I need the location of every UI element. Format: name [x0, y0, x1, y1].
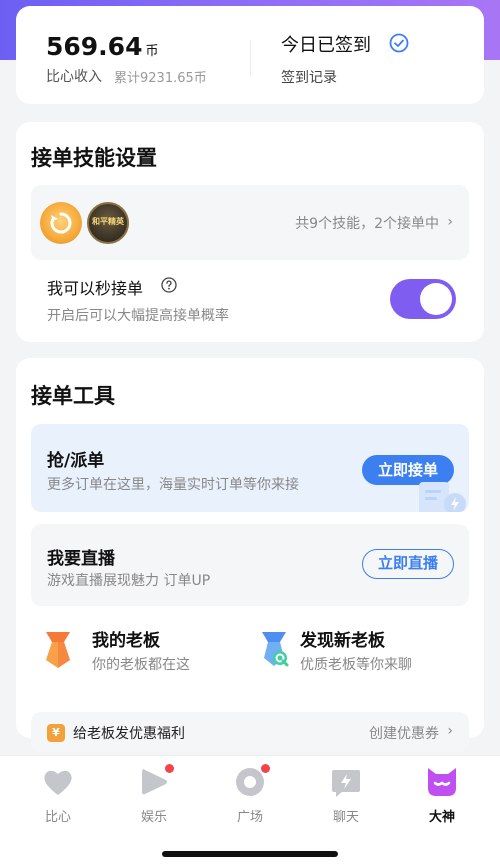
nav-label: 娱乐	[140, 810, 167, 825]
find-boss-subtitle: 优质老板等你来聊	[300, 657, 412, 673]
nav-item-master[interactable]: 大神	[402, 764, 482, 825]
grab-order-card[interactable]: 抢/派单 更多订单在这里，海量实时订单等你来接 立即接单	[31, 424, 469, 512]
tools-section-title: 接单工具	[31, 384, 115, 408]
my-boss-title: 我的老板	[92, 631, 160, 651]
yen-icon: ¥	[47, 724, 65, 742]
coupon-text: 给老板发优惠福利	[73, 726, 185, 742]
tie-icon	[46, 632, 70, 668]
nav-item-bixin[interactable]: 比心	[18, 764, 98, 825]
instant-accept-toggle[interactable]	[390, 279, 456, 319]
my-boss-subtitle: 你的老板都在这	[92, 657, 190, 673]
create-coupon-link[interactable]: 创建优惠券	[369, 723, 439, 743]
checkin-status: 今日已签到	[281, 35, 371, 56]
skills-section-title: 接单技能设置	[31, 146, 157, 170]
coupon-row[interactable]: ¥ 给老板发优惠福利 创建优惠券 ›	[31, 712, 469, 752]
nav-label: 大神	[428, 810, 455, 825]
live-stream-title: 我要直播	[47, 549, 115, 569]
skills-card: 接单技能设置 和平精英 共9个技能，2个接单中 › 我可以秒接单 开启后可以大幅…	[16, 122, 484, 342]
heart-icon	[40, 764, 76, 800]
tools-card: 接单工具 抢/派单 更多订单在这里，海量实时订单等你来接 立即接单 我要直播 游…	[16, 358, 484, 752]
refresh-icon	[50, 212, 72, 234]
instant-accept-subtitle: 开启后可以大幅提高接单概率	[47, 308, 229, 324]
circle-icon	[232, 764, 270, 800]
income-card: 569.64 币 比心收入 累计9231.65币 今日已签到 签到记录	[16, 6, 484, 104]
live-stream-subtitle: 游戏直播展现魅力 订单UP	[47, 573, 211, 589]
nav-label: 比心	[44, 810, 71, 825]
income-value: 569.64	[46, 32, 143, 61]
income-amount: 569.64 币	[46, 32, 159, 61]
notification-dot	[261, 764, 270, 773]
skills-row[interactable]: 和平精英 共9个技能，2个接单中 ›	[31, 185, 469, 260]
chevron-right-icon: ›	[447, 723, 453, 739]
master-icon	[424, 764, 460, 800]
checkin-record-link[interactable]: 签到记录	[281, 67, 337, 87]
chevron-right-icon: ›	[447, 214, 453, 230]
income-unit: 币	[145, 44, 159, 59]
nav-item-square[interactable]: 广场	[210, 764, 290, 825]
check-circle-icon	[389, 33, 409, 53]
skill-badge-game: 和平精英	[87, 202, 129, 244]
play-icon	[136, 764, 174, 800]
skills-summary: 共9个技能，2个接单中	[295, 216, 439, 232]
chat-icon	[328, 764, 364, 800]
tie-search-icon	[262, 632, 289, 667]
live-stream-card[interactable]: 我要直播 游戏直播展现魅力 订单UP 立即直播	[31, 524, 469, 606]
document-lightning-icon	[419, 482, 466, 512]
nav-label: 广场	[236, 810, 263, 825]
skill-badge-orange	[40, 202, 82, 244]
start-live-button[interactable]: 立即直播	[362, 549, 454, 579]
home-indicator	[162, 851, 338, 857]
notification-dot	[165, 764, 174, 773]
income-total: 累计9231.65币	[114, 71, 207, 86]
instant-accept-title: 我可以秒接单	[47, 279, 144, 298]
grab-order-title: 抢/派单	[47, 451, 105, 471]
find-boss-title: 发现新老板	[300, 631, 385, 651]
nav-label: 聊天	[332, 810, 359, 825]
income-label: 比心收入	[46, 69, 102, 85]
nav-item-chat[interactable]: 聊天	[306, 764, 386, 825]
grab-order-subtitle: 更多订单在这里，海量实时订单等你来接	[47, 477, 299, 493]
nav-item-entertainment[interactable]: 娱乐	[114, 764, 194, 825]
divider	[250, 40, 251, 76]
toggle-knob	[420, 283, 452, 315]
help-icon[interactable]	[161, 277, 177, 293]
game-logo-text: 和平精英	[92, 217, 124, 226]
